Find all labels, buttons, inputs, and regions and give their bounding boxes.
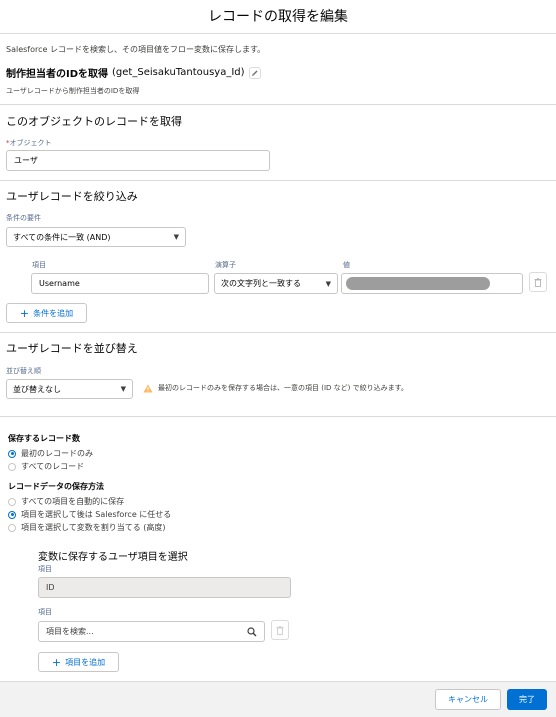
filter-section-heading: ユーザレコードを絞り込み: [6, 190, 138, 203]
modal-title: レコードの取得を編集: [208, 9, 348, 25]
sort-warning-text: 最初のレコードのみを保存する場合は、一意の項目 (ID など) で絞り込みます。: [158, 384, 408, 392]
radio-button[interactable]: [8, 523, 16, 532]
sort-section-heading: ユーザレコードを並び替え: [6, 342, 138, 355]
add-field-label: 項目を追加: [65, 657, 106, 667]
condition-requirement-select[interactable]: すべての条件に一致 (AND) ▼: [6, 227, 186, 247]
element-title-row: 制作担当者のIDを取得 (get_SeisakuTantousya_Id): [6, 65, 261, 80]
radio-choose-fields[interactable]: 項目を選択して後は Salesforce に任せる: [8, 509, 171, 520]
condition-requirement-label: 条件の要件: [6, 214, 41, 222]
radio-assign-variables-label: 項目を選択して変数を割り当てる (高度): [21, 523, 166, 532]
chevron-down-icon: ▼: [120, 385, 126, 393]
column-value-label: 値: [343, 261, 350, 269]
column-field-label: 項目: [32, 261, 46, 269]
divider: [0, 104, 556, 105]
plus-icon: +: [19, 306, 30, 320]
field-search-input[interactable]: 項目を検索...: [38, 621, 265, 642]
record-count-heading: 保存するレコード数: [8, 434, 80, 443]
warning-icon: [143, 384, 153, 392]
trash-icon: [276, 625, 284, 635]
element-description-help: Salesforce レコードを検索し、その項目値をフロー変数に保存します。: [6, 45, 266, 54]
field1-input: ID: [38, 577, 291, 598]
radio-auto-store-label: すべての項目を自動的に保存: [21, 497, 125, 506]
sort-warning: 最初のレコードのみを保存する場合は、一意の項目 (ID など) で絞り込みます。: [143, 383, 408, 393]
divider: [0, 332, 556, 333]
divider: [0, 180, 556, 181]
object-label-text: オブジェクト: [9, 139, 52, 147]
radio-button-selected[interactable]: [8, 449, 16, 458]
object-input[interactable]: ユーザ: [6, 150, 270, 171]
edit-pencil-icon[interactable]: [248, 66, 261, 79]
condition-operator-value: 次の文字列と一致する: [221, 279, 301, 288]
element-api-name: (get_SeisakuTantousya_Id): [112, 67, 245, 78]
sort-order-value: 並び替えなし: [13, 384, 61, 394]
radio-button-selected[interactable]: [8, 510, 16, 519]
object-field-label: *オブジェクト: [6, 138, 52, 148]
trash-icon: [534, 277, 542, 287]
sort-order-select[interactable]: 並び替えなし ▼: [6, 379, 133, 399]
radio-all-records[interactable]: すべてのレコード: [8, 461, 84, 472]
add-condition-label: 条件を追加: [33, 308, 74, 318]
object-section-heading: このオブジェクトのレコードを取得: [6, 115, 182, 128]
field-search-placeholder: 項目を検索...: [46, 627, 94, 636]
cancel-button[interactable]: キャンセル: [435, 689, 501, 710]
field1-label: 項目: [38, 565, 52, 573]
condition-field-input[interactable]: Username: [31, 273, 209, 294]
radio-all-records-label: すべてのレコード: [21, 462, 85, 471]
modal-header: レコードの取得を編集: [0, 0, 556, 34]
condition-operator-select[interactable]: 次の文字列と一致する ▼: [214, 273, 338, 294]
column-operator-label: 演算子: [215, 261, 236, 269]
divider: [0, 416, 556, 417]
field2-label: 項目: [38, 608, 52, 616]
radio-button[interactable]: [8, 462, 16, 471]
plus-icon: +: [51, 655, 62, 669]
chevron-down-icon: ▼: [325, 279, 331, 288]
done-button[interactable]: 完了: [507, 689, 547, 710]
radio-auto-store[interactable]: すべての項目を自動的に保存: [8, 496, 124, 507]
condition-value-input[interactable]: [341, 273, 523, 294]
radio-choose-fields-label: 項目を選択して後は Salesforce に任せる: [21, 510, 172, 519]
store-method-heading: レコードデータの保存方法: [8, 482, 104, 491]
condition-requirement-value: すべての条件に一致 (AND): [13, 232, 111, 242]
sort-order-label: 並び替え順: [6, 367, 41, 375]
radio-assign-variables[interactable]: 項目を選択して変数を割り当てる (高度): [8, 522, 166, 533]
fields-section-heading: 変数に保存するユーザ項目を選択: [38, 552, 188, 563]
element-description: ユーザレコードから制作担当者のIDを取得: [6, 87, 140, 95]
radio-first-record-label: 最初のレコードのみ: [21, 449, 93, 458]
delete-field-button[interactable]: [271, 620, 289, 640]
search-icon: [247, 626, 257, 636]
add-field-button[interactable]: + 項目を追加: [38, 652, 119, 672]
delete-condition-button[interactable]: [529, 272, 547, 292]
radio-first-record[interactable]: 最初のレコードのみ: [8, 448, 93, 459]
element-label: 制作担当者のIDを取得: [6, 69, 109, 80]
redacted-value: [346, 277, 490, 290]
radio-button[interactable]: [8, 497, 16, 506]
chevron-down-icon: ▼: [173, 233, 179, 241]
add-condition-button[interactable]: + 条件を追加: [6, 303, 87, 323]
